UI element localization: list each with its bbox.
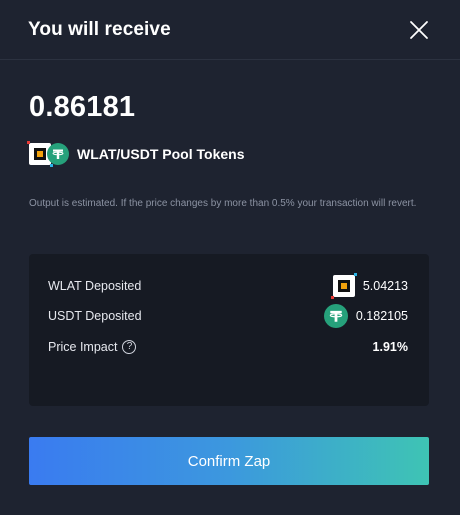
wlat-token-icon xyxy=(330,273,357,299)
usdt-deposited-row: USDT Deposited 0.182105 xyxy=(48,304,408,328)
usdt-token-icon xyxy=(323,304,348,328)
help-icon[interactable]: ? xyxy=(122,340,137,354)
receive-modal: You will receive 0.86181 WLAT/USDT Pool … xyxy=(0,0,460,515)
usdt-deposited-label: USDT Deposited xyxy=(48,309,142,323)
price-impact-label-group: Price Impact ? xyxy=(48,340,137,354)
pair-icons xyxy=(27,141,71,167)
usdt-token-icon xyxy=(47,143,69,165)
close-icon[interactable] xyxy=(408,19,430,41)
slippage-note: Output is estimated. If the price change… xyxy=(29,198,417,209)
price-impact-value: 1.91% xyxy=(372,340,408,354)
wlat-deposited-label: WLAT Deposited xyxy=(48,279,142,293)
wlat-deposited-row: WLAT Deposited 5.04213 xyxy=(48,273,408,299)
usdt-deposited-value-group: 0.182105 xyxy=(323,304,408,328)
pool-token-row: WLAT/USDT Pool Tokens xyxy=(27,141,245,167)
confirm-zap-button[interactable]: Confirm Zap xyxy=(29,437,429,485)
wlat-deposited-value-group: 5.04213 xyxy=(330,273,408,299)
modal-header: You will receive xyxy=(0,0,460,60)
receive-amount: 0.86181 xyxy=(29,91,136,123)
deposit-details-panel: WLAT Deposited 5.04213 USDT Deposited 0. xyxy=(29,254,429,406)
modal-title: You will receive xyxy=(28,18,171,40)
pool-token-label: WLAT/USDT Pool Tokens xyxy=(77,146,245,162)
price-impact-row: Price Impact ? 1.91% xyxy=(48,335,408,359)
usdt-deposited-value: 0.182105 xyxy=(355,309,408,323)
price-impact-label: Price Impact xyxy=(48,340,118,354)
wlat-deposited-value: 5.04213 xyxy=(362,279,408,293)
